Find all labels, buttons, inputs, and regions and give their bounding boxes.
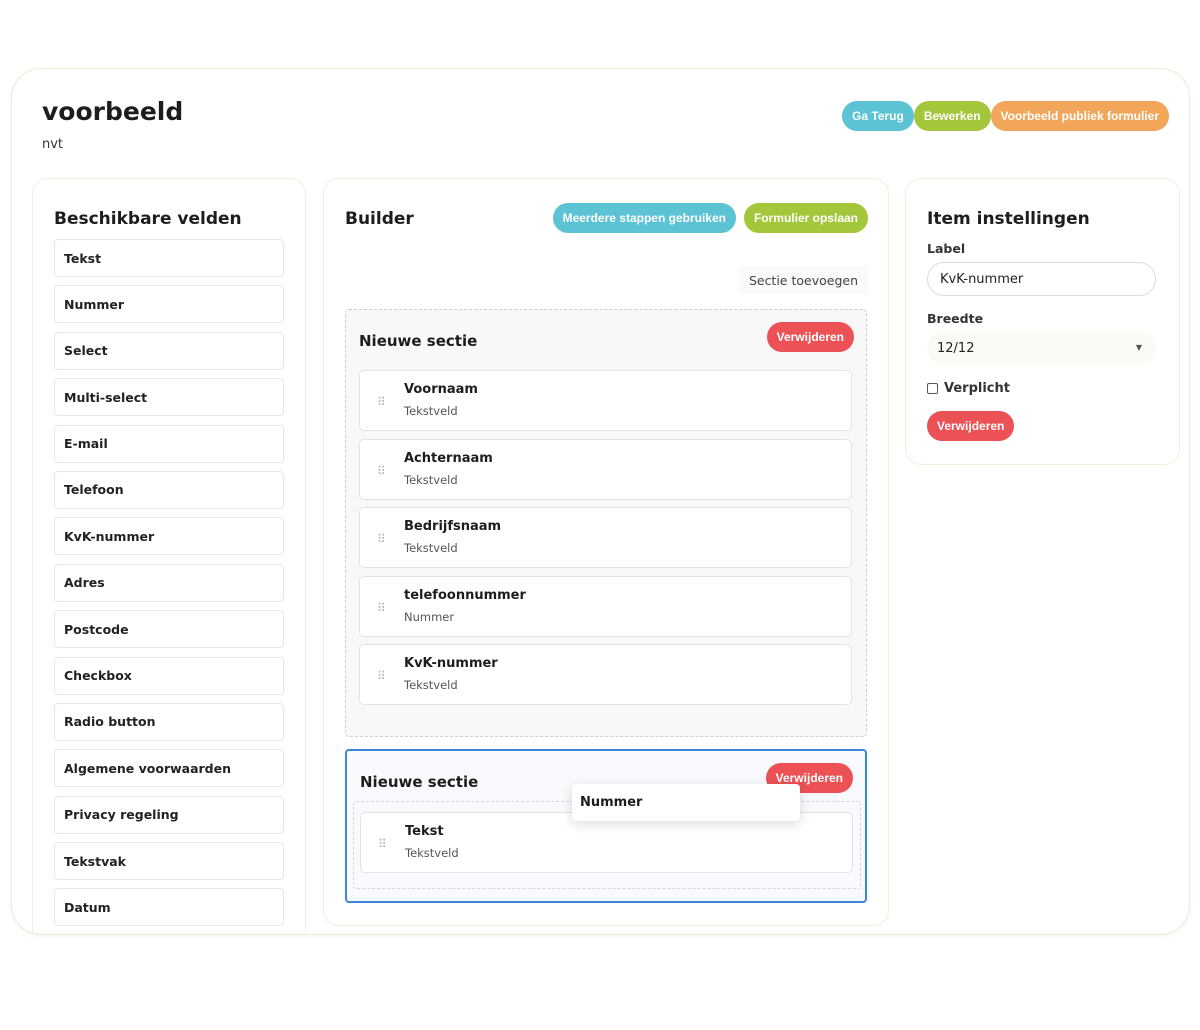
row-type: Tekstveld <box>404 473 458 487</box>
section-title: Nieuwe sectie <box>360 773 479 791</box>
field-item-tekstvak[interactable]: Tekstvak <box>54 842 284 881</box>
drag-handle-icon[interactable]: ⠿ <box>378 837 387 851</box>
available-fields-title: Beschikbare velden <box>54 209 242 229</box>
drag-handle-icon[interactable]: ⠿ <box>377 532 386 546</box>
required-label: Verplicht <box>944 381 1010 396</box>
field-item-nummer[interactable]: Nummer <box>54 285 284 324</box>
row-type: Tekstveld <box>405 846 459 860</box>
back-button[interactable]: Ga Terug <box>842 101 914 131</box>
form-field-row[interactable]: ⠿ Tekst Tekstveld <box>360 812 853 873</box>
dragging-field-ghost[interactable]: Nummer <box>572 784 800 821</box>
preview-public-form-button[interactable]: Voorbeeld publiek formulier <box>990 101 1169 131</box>
app-frame: voorbeeld nvt Ga Terug Bewerken Voorbeel… <box>11 68 1190 935</box>
item-settings-title: Item instellingen <box>927 209 1090 229</box>
drag-handle-icon[interactable]: ⠿ <box>377 464 386 478</box>
row-label: Tekst <box>405 824 444 839</box>
multi-step-button[interactable]: Meerdere stappen gebruiken <box>552 203 736 233</box>
field-item-email[interactable]: E-mail <box>54 424 284 463</box>
row-type: Tekstveld <box>404 404 458 418</box>
available-fields-panel: Beschikbare velden Tekst Nummer Select M… <box>32 178 306 934</box>
item-settings-panel: Item instellingen Label Breedte 12/12 ▼ … <box>905 178 1180 465</box>
header-actions: Ga Terug Bewerken Voorbeeld publiek form… <box>842 101 1169 131</box>
field-item-adres[interactable]: Adres <box>54 563 284 602</box>
row-label: Voornaam <box>404 382 478 397</box>
builder-panel: Builder Meerdere stappen gebruiken Formu… <box>323 178 889 926</box>
delete-item-button[interactable]: Verwijderen <box>927 411 1015 441</box>
add-section-button[interactable]: Sectie toevoegen <box>738 266 868 294</box>
row-type: Tekstveld <box>404 541 458 555</box>
field-item-select[interactable]: Select <box>54 331 284 370</box>
width-field-label: Breedte <box>927 311 984 326</box>
drag-handle-icon[interactable]: ⠿ <box>377 669 386 683</box>
builder-actions: Meerdere stappen gebruiken Formulier ops… <box>552 203 868 233</box>
form-field-row[interactable]: ⠿ Voornaam Tekstveld <box>359 370 852 431</box>
delete-section-button[interactable]: Verwijderen <box>766 322 854 352</box>
required-checkbox[interactable] <box>927 383 938 394</box>
form-field-row[interactable]: ⠿ KvK-nummer Tekstveld <box>359 644 852 705</box>
label-field-label: Label <box>927 241 966 256</box>
row-type: Tekstveld <box>404 678 458 692</box>
field-item-postcode[interactable]: Postcode <box>54 610 284 649</box>
field-item-privacy-regeling[interactable]: Privacy regeling <box>54 795 284 834</box>
save-form-button[interactable]: Formulier opslaan <box>743 203 868 233</box>
row-label: telefoonnummer <box>404 588 526 603</box>
width-select[interactable]: 12/12 ▼ <box>927 331 1156 365</box>
form-section-selected: Nieuwe sectie Verwijderen ⠿ Tekst Tekstv… <box>345 749 867 903</box>
page-subtitle: nvt <box>42 137 64 152</box>
drag-handle-icon[interactable]: ⠿ <box>377 601 386 615</box>
field-item-datum[interactable]: Datum <box>54 888 284 927</box>
field-item-kvk-nummer[interactable]: KvK-nummer <box>54 517 284 556</box>
page-title: voorbeeld <box>42 97 184 126</box>
field-item-checkbox[interactable]: Checkbox <box>54 656 284 695</box>
available-fields-list: Tekst Nummer Select Multi-select E-mail … <box>54 239 284 934</box>
form-section: Nieuwe sectie Verwijderen ⠿ Voornaam Tek… <box>345 309 867 737</box>
edit-button[interactable]: Bewerken <box>913 101 991 131</box>
form-field-row[interactable]: ⠿ Bedrijfsnaam Tekstveld <box>359 507 852 568</box>
width-select-value: 12/12 <box>937 340 975 356</box>
chevron-down-icon: ▼ <box>1135 343 1142 352</box>
field-item-algemene-voorwaarden[interactable]: Algemene voorwaarden <box>54 749 284 788</box>
row-label: KvK-nummer <box>404 656 498 671</box>
drag-handle-icon[interactable]: ⠿ <box>377 395 386 409</box>
form-field-row[interactable]: ⠿ Achternaam Tekstveld <box>359 439 852 500</box>
form-field-row[interactable]: ⠿ telefoonnummer Nummer <box>359 576 852 637</box>
field-item-radio-button[interactable]: Radio button <box>54 702 284 741</box>
section-title: Nieuwe sectie <box>359 332 478 350</box>
row-type: Nummer <box>404 610 455 624</box>
field-item-multi-select[interactable]: Multi-select <box>54 378 284 417</box>
field-item-tekst[interactable]: Tekst <box>54 239 284 277</box>
label-input[interactable] <box>927 262 1156 296</box>
builder-title: Builder <box>345 209 414 229</box>
row-label: Achternaam <box>404 451 493 466</box>
required-checkbox-row[interactable]: Verplicht <box>927 381 1010 396</box>
field-item-telefoon[interactable]: Telefoon <box>54 470 284 509</box>
row-label: Bedrijfsnaam <box>404 519 502 534</box>
